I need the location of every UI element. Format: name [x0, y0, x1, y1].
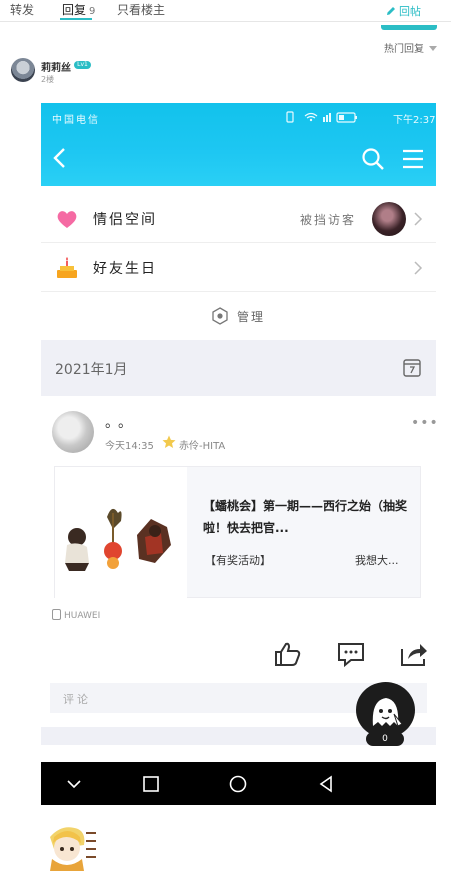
phone-icon: [52, 609, 61, 620]
poster-name[interactable]: 莉莉丝: [41, 59, 71, 74]
comment-icon: [338, 643, 364, 667]
row-label: 情侣空间: [93, 212, 157, 228]
sort-label: 热门回复: [384, 44, 424, 55]
embedded-screenshot[interactable]: 中国电信 下午2:37 情侣空间 被挡访客 好友生日 管理 2021年1月 。。…: [41, 103, 436, 745]
chevron-right-icon: [414, 261, 423, 275]
menu-icon: [403, 149, 423, 169]
pencil-icon: [387, 7, 395, 15]
visitor-avatar: [372, 202, 406, 236]
carrier-text: 中国电信: [52, 115, 100, 126]
device-label: HUAWEI: [52, 609, 100, 621]
star-icon: [162, 435, 176, 448]
share-icon: [401, 644, 427, 666]
more-icon: •••: [411, 415, 436, 431]
manage-row: 管理: [41, 299, 436, 333]
home-icon: [229, 775, 247, 793]
heart-icon: [57, 211, 77, 228]
card-more: 我想大...: [355, 554, 399, 567]
caret-down-icon: [429, 46, 437, 51]
active-tab-indicator: [60, 18, 92, 20]
clock-text: 下午2:37: [393, 115, 436, 126]
post-avatar: [52, 411, 94, 453]
sort-dropdown[interactable]: 热门回复: [384, 40, 437, 55]
shared-link-card: 【蟠桃会】第一期——西行之始（抽奖啦！快去把官... 【有奖活动】 我想大...: [54, 466, 421, 599]
post-time: 今天14:35: [105, 441, 154, 452]
gear-hexagon-icon: [212, 307, 228, 325]
month-label: 2021年1月: [55, 362, 128, 378]
like-icon: [275, 642, 301, 666]
tab-replies-label: 回复: [62, 3, 87, 17]
ghost-mascot-icon: [372, 698, 403, 727]
manage-label: 管理: [237, 310, 266, 324]
search-icon: [362, 148, 384, 170]
device-name: HUAWEI: [64, 611, 101, 621]
system-status-icons: [286, 111, 357, 123]
row-label: 好友生日: [93, 261, 157, 277]
post-author-name: 。。: [105, 415, 138, 431]
floor-number: 2楼: [41, 75, 55, 84]
tab-replies-count: 9: [89, 6, 96, 17]
row-right-text: 被挡访客: [300, 213, 357, 227]
post-signature: 赤伶-HITA: [179, 441, 226, 452]
recent-apps-icon: [143, 776, 159, 792]
reply-button-bar: [381, 25, 437, 30]
tab-only-op[interactable]: 只看楼主: [117, 2, 165, 18]
card-tag: 【有奖活动】: [205, 554, 271, 567]
tab-forward[interactable]: 转发: [10, 2, 34, 18]
anime-sticker-image: [50, 827, 96, 871]
calendar-icon: [403, 359, 421, 377]
comment-placeholder: 评论: [63, 693, 91, 706]
birthday-cake-icon: [57, 257, 77, 278]
reply-button-label: 回帖: [399, 5, 421, 18]
month-header: 2021年1月: [41, 340, 436, 396]
card-title: 【蟠桃会】第一期——西行之始（抽奖啦！快去把官...: [203, 499, 408, 535]
floating-assistant-button[interactable]: [356, 682, 415, 738]
avatar[interactable]: [11, 58, 35, 82]
back-arrow-icon: [53, 148, 65, 168]
app-header: 中国电信 下午2:37: [41, 103, 436, 186]
row-friend-birthday: 好友生日: [41, 244, 436, 292]
card-thumbnail: [55, 467, 187, 599]
floating-badge-count: 0: [366, 732, 404, 746]
reply-button[interactable]: 回帖: [381, 0, 437, 30]
android-nav-bar: [41, 762, 436, 805]
chevron-down-icon: [67, 780, 81, 789]
back-icon: [319, 775, 332, 793]
row-couple-space: 情侣空间 被挡访客: [41, 195, 436, 243]
chevron-right-icon: [414, 212, 423, 226]
level-badge: Lv1: [74, 61, 91, 69]
